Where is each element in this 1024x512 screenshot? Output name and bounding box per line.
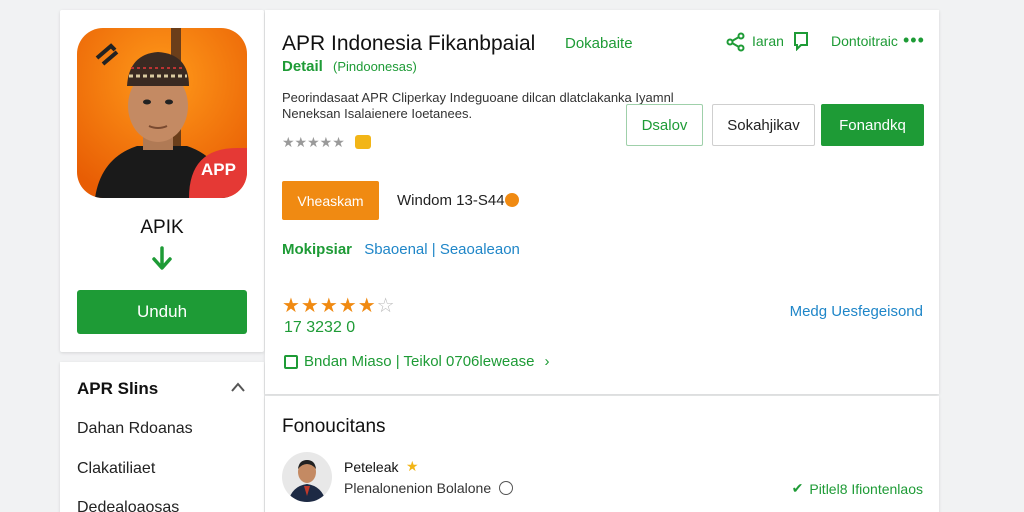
avatar [282, 452, 332, 502]
mini-rating-stars: ★★★★★ [282, 134, 345, 150]
contact-link[interactable]: Dontoitraic [831, 33, 898, 49]
rating-stars: ★★★★★☆ [282, 293, 396, 318]
details-button[interactable]: Dsalov [626, 104, 703, 146]
info-icon[interactable] [505, 193, 519, 207]
reviews-card: Fonoucitans Peteleak ★ Plenalonenion Bol… [265, 396, 939, 512]
badge-icon [355, 135, 371, 149]
reviewer-star-icon: ★ [406, 458, 419, 474]
share-icon[interactable] [726, 32, 746, 52]
category-secondary[interactable]: Sbaoenal | Seaoaleaon [364, 241, 520, 258]
category-primary[interactable]: Mokipsiar [282, 241, 352, 258]
category-item[interactable]: Dedealoaosas [77, 499, 179, 512]
review-link[interactable]: Medg Uesfegeisond [790, 303, 923, 320]
meta-line[interactable]: Bndan Miaso | Teikol 0706lewease › [284, 353, 549, 370]
category-line: Mokipsiar Sbaoenal | Seaoaleaon [282, 241, 520, 258]
chevron-right-icon: › [544, 353, 550, 370]
category-item[interactable]: Dahan Rdoanas [77, 420, 193, 438]
verified-label[interactable]: ✔ Pitlel8 Ifiontenlaos [792, 480, 923, 497]
app-card: APP APIK Unduh [60, 10, 264, 352]
app-icon[interactable]: APP [77, 28, 247, 198]
detail-sub: (Pindoonesas) [333, 59, 417, 74]
version-button[interactable]: Vheaskam [282, 181, 379, 220]
page-title: APR Indonesia Fikanbpaial [282, 32, 536, 55]
chevron-up-icon[interactable] [230, 380, 246, 392]
verified-text: Pitlel8 Ifiontenlaos [809, 480, 923, 497]
rating-stars-empty: ☆ [376, 295, 396, 317]
external-link-icon [284, 354, 298, 369]
app-icon-badge: APP [201, 160, 236, 179]
meta-text: Bndan Miaso | Teikol 0706lewease [304, 353, 535, 370]
bookmark-icon[interactable] [793, 31, 809, 52]
download-button[interactable]: Unduh [77, 290, 247, 334]
more-icon[interactable]: ••• [903, 30, 925, 51]
platform-text: Windom 13-S44 [397, 192, 505, 209]
rating-count: 17 3232 0 [284, 319, 356, 336]
install-button[interactable]: Fonandkq [821, 104, 924, 146]
download-arrow-icon [150, 246, 174, 272]
category-item[interactable]: Clakatiliaet [77, 460, 155, 478]
clock-icon [499, 481, 514, 495]
share-button[interactable]: Sokahjikav [712, 104, 815, 146]
main-card: APR Indonesia Fikanbpaial Dokabaite Deta… [265, 10, 939, 394]
top-link[interactable]: Iaran [752, 33, 784, 49]
check-icon: ✔ [791, 480, 804, 496]
rating-stars-filled: ★★★★★ [282, 295, 377, 317]
reviewer-subtitle: Plenalonenion Bolalone [344, 480, 514, 496]
categories-card: APR Slins Dahan Rdoanas Clakatiliaet Ded… [60, 362, 264, 512]
reviews-title: Fonoucitans [282, 416, 386, 437]
reviewer-subtitle-text: Plenalonenion Bolalone [344, 480, 492, 496]
detail-label: Detail [282, 58, 323, 75]
reviewer-name: Peteleak [344, 459, 399, 475]
page-title-sub: Dokabaite [565, 35, 633, 52]
app-name: APIK [140, 217, 184, 238]
categories-title: APR Slins [77, 379, 159, 398]
